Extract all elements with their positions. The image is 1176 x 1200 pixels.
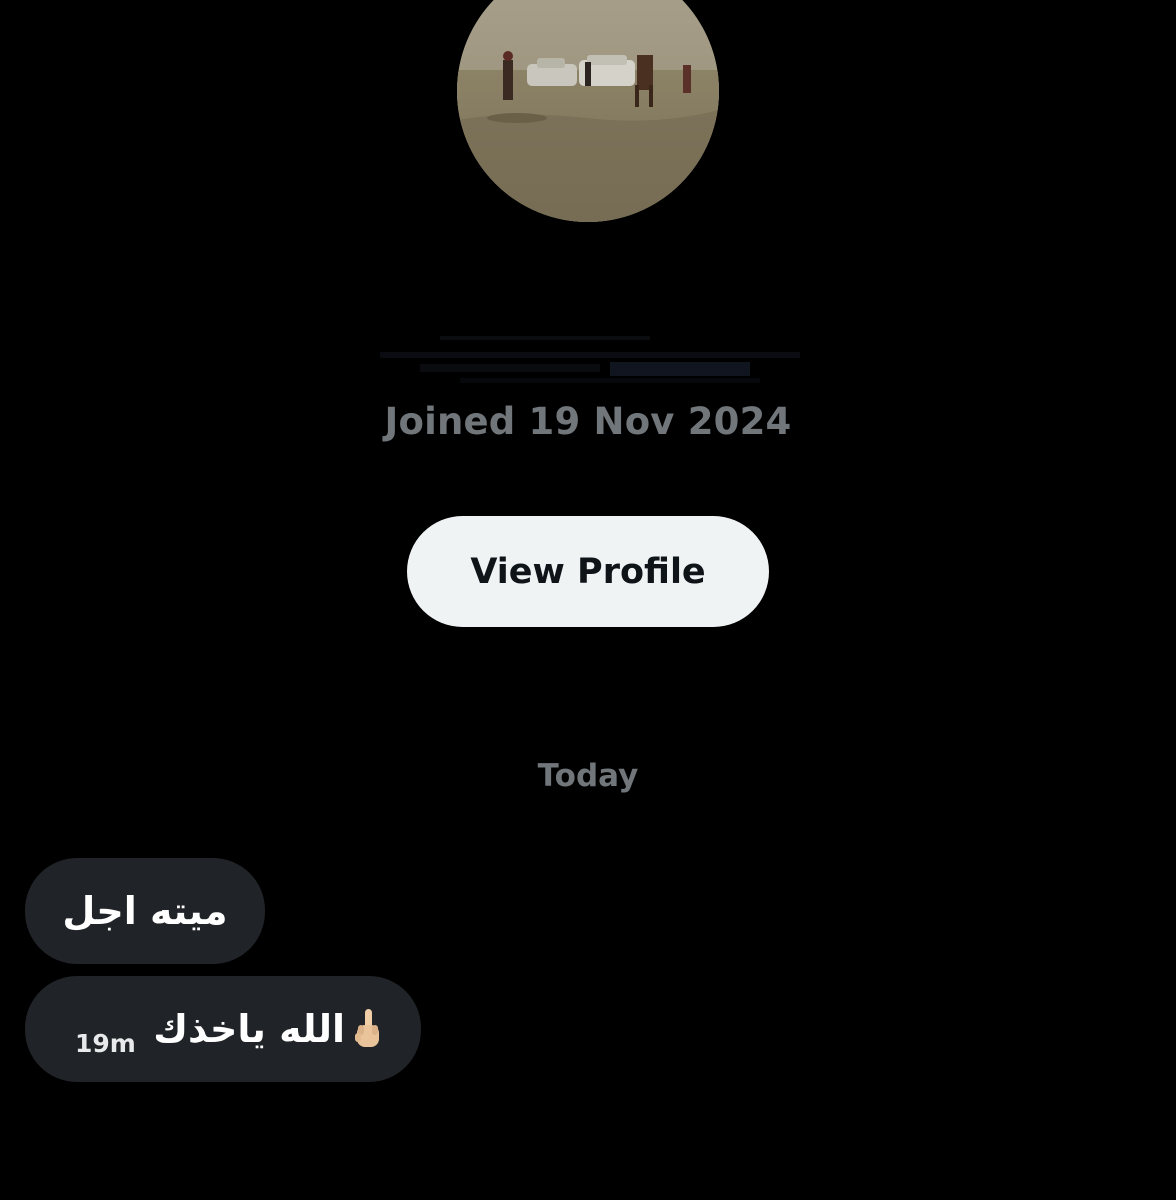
avatar[interactable] bbox=[457, 0, 719, 222]
message-text: ميته اجل bbox=[62, 889, 228, 933]
day-separator: Today bbox=[537, 758, 639, 794]
joined-date: Joined 19 Nov 2024 bbox=[384, 400, 792, 443]
middle-finger-emoji-icon bbox=[355, 1009, 379, 1047]
message-bubble[interactable]: ميته اجل bbox=[25, 858, 265, 964]
profile-name-redacted bbox=[360, 330, 810, 390]
message-timestamp: 19m bbox=[75, 1029, 136, 1058]
avatar-photo-icon bbox=[457, 0, 719, 222]
message-text: الله ياخذك bbox=[153, 1007, 345, 1051]
view-profile-button[interactable]: View Profile bbox=[407, 516, 769, 627]
message-bubble[interactable]: 19m الله ياخذك bbox=[25, 976, 421, 1082]
